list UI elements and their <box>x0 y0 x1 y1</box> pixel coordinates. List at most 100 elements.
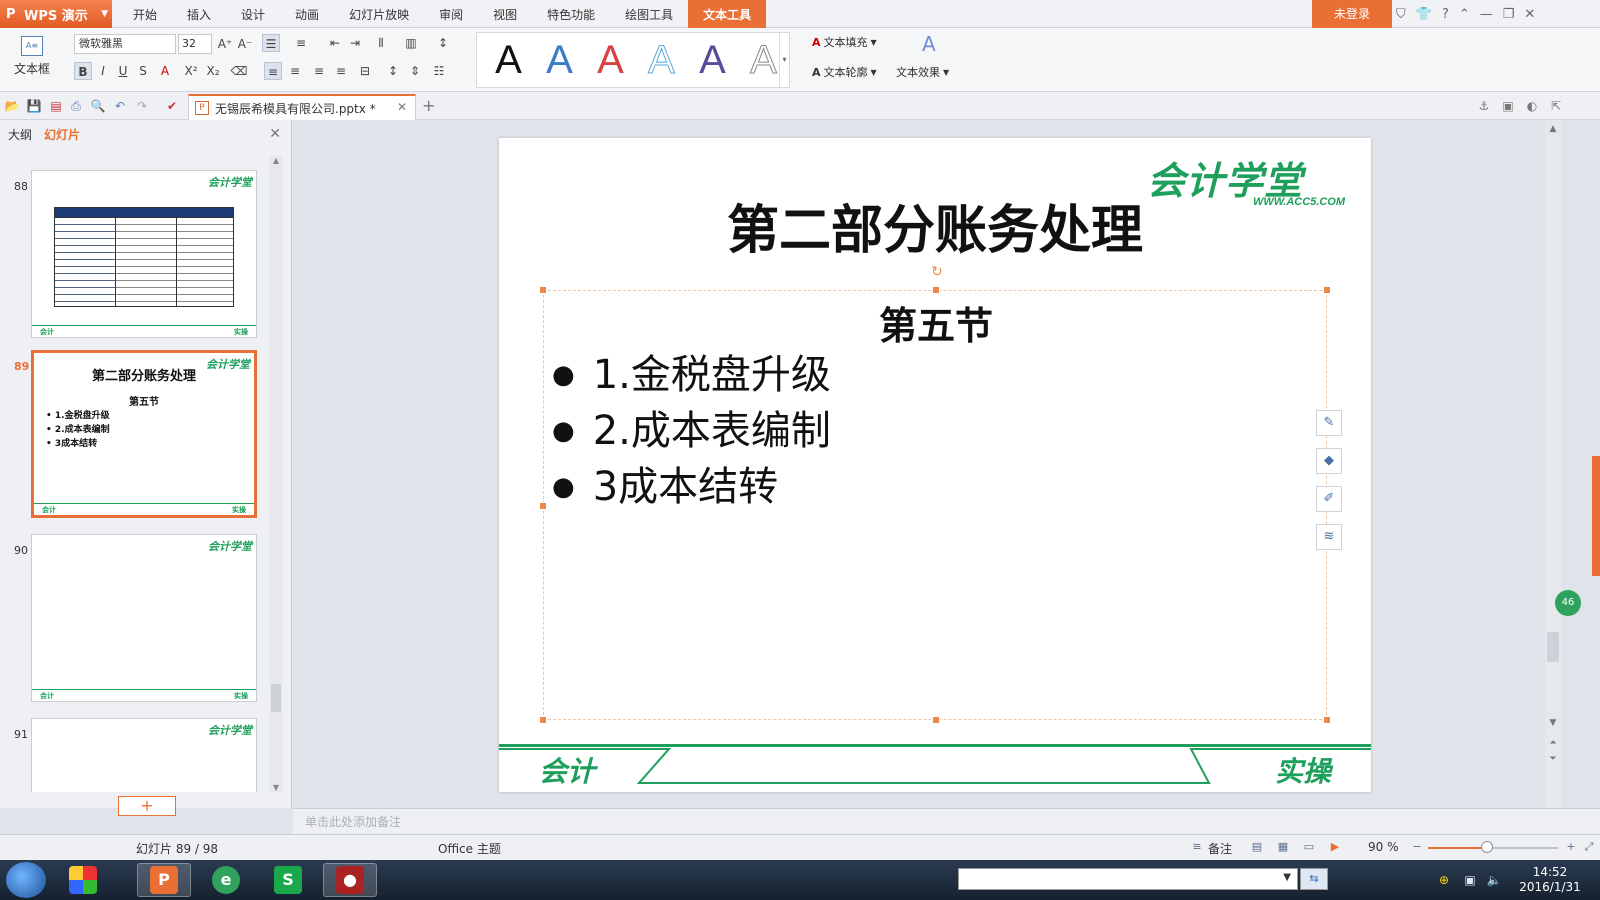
taskbar-app-recorder[interactable]: ● <box>323 863 377 897</box>
zoom-in-icon[interactable]: + <box>1564 840 1578 854</box>
resize-handle[interactable] <box>539 286 547 294</box>
panel-scrollbar[interactable]: ▲ ▼ <box>270 156 282 792</box>
tab-text-tools[interactable]: 文本工具 <box>688 0 767 28</box>
text-effect-button[interactable]: 文本效果 ▼ <box>896 64 949 80</box>
reading-view-icon[interactable]: ▭ <box>1302 840 1316 854</box>
taskbar-address-input[interactable]: ▼ <box>958 868 1298 890</box>
scroll-thumb[interactable] <box>1547 632 1559 662</box>
font-name-select[interactable]: 微软雅黑 <box>74 34 176 54</box>
network-icon[interactable]: ▣ <box>1462 872 1478 888</box>
go-button[interactable]: ⇆ <box>1300 868 1328 890</box>
scroll-up-icon[interactable]: ▲ <box>1545 124 1561 134</box>
help-icon[interactable]: ? <box>1442 7 1449 22</box>
wordart-style-black[interactable]: A <box>483 35 534 85</box>
text-outline-button[interactable]: A 文本轮廓 ▼ <box>812 64 877 80</box>
text-effect-icon[interactable]: A <box>922 32 936 56</box>
tab-review[interactable]: 审阅 <box>424 0 478 28</box>
taskbar-app-browser[interactable]: e <box>199 863 253 897</box>
decrease-indent-icon[interactable]: ⇤ <box>326 34 344 52</box>
login-button[interactable]: 未登录 <box>1312 0 1392 28</box>
slide-thumbnail-88[interactable]: 会计学堂 会计 实操 <box>31 170 257 338</box>
notes-toggle-label[interactable]: 备注 <box>1208 840 1232 857</box>
taskbar-app-wps-presentation[interactable]: P <box>137 863 191 897</box>
outline-pen-icon[interactable]: ✐ <box>1316 486 1342 512</box>
align-center-icon[interactable]: ≡ <box>286 62 304 80</box>
wordart-style-blue[interactable]: A <box>534 35 585 85</box>
fit-window-icon[interactable]: ⤢ <box>1582 840 1596 854</box>
wordart-style-light-blue[interactable]: A <box>636 35 687 85</box>
normal-view-icon[interactable]: ▤ <box>1250 840 1264 854</box>
resize-handle[interactable] <box>932 716 940 724</box>
taskbar-app-photos[interactable] <box>56 863 110 897</box>
scroll-up-icon[interactable]: ▲ <box>270 156 282 165</box>
subscript-icon[interactable]: X₂ <box>204 62 222 80</box>
resize-handle[interactable] <box>932 286 940 294</box>
slide-thumbnail-90[interactable]: 会计学堂 会计 实操 <box>31 534 257 702</box>
customize-toolbar-icon[interactable]: ✔ <box>164 98 180 114</box>
resize-handle[interactable] <box>539 502 547 510</box>
align-left-icon[interactable]: ≡ <box>264 62 282 80</box>
underline-icon[interactable]: U <box>114 62 132 80</box>
next-slide-icon[interactable]: ⏷ <box>1545 754 1561 764</box>
tab-slideshow[interactable]: 幻灯片放映 <box>334 0 424 28</box>
tab-home[interactable]: 开始 <box>118 0 172 28</box>
clear-format-icon[interactable]: ⌫ <box>230 62 248 80</box>
grow-font-icon[interactable]: A⁺ <box>216 35 234 53</box>
export-pdf-icon[interactable]: ▤ <box>48 98 64 114</box>
slide-sorter-icon[interactable]: ▦ <box>1276 840 1290 854</box>
slide-title[interactable]: 第二部分账务处理 <box>499 188 1371 263</box>
layers-icon[interactable]: ≋ <box>1316 524 1342 550</box>
slide-thumbnail-89[interactable]: 会计学堂 第二部分账务处理 第五节 • 1.金税盘升级 • 2.成本表编制 • … <box>31 350 257 518</box>
system-clock[interactable]: 14:52 2016/1/31 <box>1510 865 1590 895</box>
superscript-icon[interactable]: X² <box>182 62 200 80</box>
slide-thumbnail-91[interactable]: 会计学堂 <box>31 718 257 792</box>
volume-icon[interactable]: 🔈 <box>1486 872 1502 888</box>
paragraph-spacing-icon[interactable]: ⇕ <box>406 62 424 80</box>
wordart-more-icon[interactable]: ▾ <box>779 33 789 87</box>
start-button[interactable] <box>6 862 46 898</box>
save-icon[interactable]: 💾 <box>26 98 42 114</box>
increase-indent-icon[interactable]: ⇥ <box>346 34 364 52</box>
selected-textbox[interactable]: ↻ 第五节 ● 1.金税盘升级 ● 2.成本表编制 ● 3成本结转 <box>539 265 1331 724</box>
shield-icon[interactable]: ⛉ <box>1396 7 1406 22</box>
scroll-down-icon[interactable]: ▼ <box>1545 718 1561 728</box>
text-direction-icon[interactable]: ⫴ <box>372 34 390 52</box>
share-icon[interactable]: ▣ <box>1500 98 1516 114</box>
rotate-handle-icon[interactable]: ↻ <box>930 265 944 279</box>
tab-outline[interactable]: 大纲 <box>8 126 32 143</box>
notes-toggle-icon[interactable]: ≡ <box>1190 840 1204 854</box>
scroll-thumb[interactable] <box>271 684 281 712</box>
italic-icon[interactable]: I <box>94 62 112 80</box>
bullet-list-icon[interactable]: ☰ <box>262 34 280 52</box>
bold-icon[interactable]: B <box>74 62 92 80</box>
cloud-icon[interactable]: ◐ <box>1524 98 1540 114</box>
canvas-scrollbar[interactable]: ▲ ▼ ⏶ ⏷ <box>1545 120 1561 808</box>
line-spacing-icon[interactable]: ↕ <box>384 62 402 80</box>
zoom-slider[interactable] <box>1428 847 1558 849</box>
justify-icon[interactable]: ≡ <box>332 62 350 80</box>
edit-shape-icon[interactable]: ✎ <box>1316 410 1342 436</box>
wps-app-menu-button[interactable]: P WPS 演示 ▼ <box>0 0 112 28</box>
text-fill-button[interactable]: A 文本填充 ▼ <box>812 34 877 50</box>
tab-insert[interactable]: 插入 <box>172 0 226 28</box>
font-size-select[interactable]: 32 <box>178 34 212 54</box>
tab-slides[interactable]: 幻灯片 <box>44 126 80 143</box>
floating-badge[interactable]: 46 <box>1555 590 1581 616</box>
open-folder-icon[interactable]: 📂 <box>4 98 20 114</box>
close-icon[interactable]: ✕ <box>1524 7 1535 22</box>
undo-icon[interactable]: ↶ <box>112 98 128 114</box>
zoom-out-icon[interactable]: − <box>1410 840 1424 854</box>
taskbar-app-wps-spreadsheet[interactable]: S <box>261 863 315 897</box>
align-right-icon[interactable]: ≡ <box>310 62 328 80</box>
redo-icon[interactable]: ↷ <box>134 98 150 114</box>
tray-plus-icon[interactable]: ⊕ <box>1436 872 1452 888</box>
slideshow-icon[interactable]: ▶ <box>1328 840 1342 854</box>
collapse-ribbon-icon[interactable]: ⌃ <box>1459 7 1470 22</box>
tab-special-features[interactable]: 特色功能 <box>532 0 610 28</box>
minimize-icon[interactable]: — <box>1480 7 1493 22</box>
font-color-icon[interactable]: A <box>156 62 174 80</box>
sync-icon[interactable]: ⇱ <box>1548 98 1564 114</box>
chevron-down-icon[interactable]: ▼ <box>1283 872 1291 883</box>
skin-icon[interactable]: 👕 <box>1416 7 1432 22</box>
new-tab-icon[interactable]: + <box>422 96 435 115</box>
